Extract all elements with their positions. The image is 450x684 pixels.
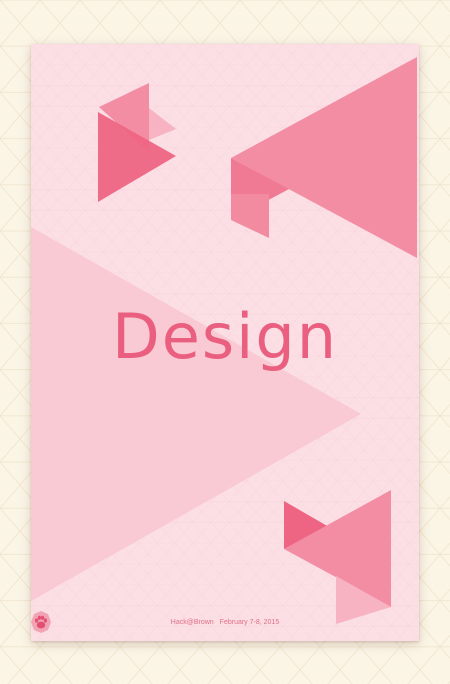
- design-poster: Design Hack@Brown February 7-8, 2015: [31, 44, 419, 641]
- event-dates: February 7-8, 2015: [219, 618, 280, 626]
- organizer-label: Hack@Brown: [170, 618, 214, 626]
- poster-title: Design: [111, 300, 339, 373]
- poster-footer: Hack@Brown February 7-8, 2015: [31, 611, 419, 633]
- paw-logo-icon: [31, 611, 51, 633]
